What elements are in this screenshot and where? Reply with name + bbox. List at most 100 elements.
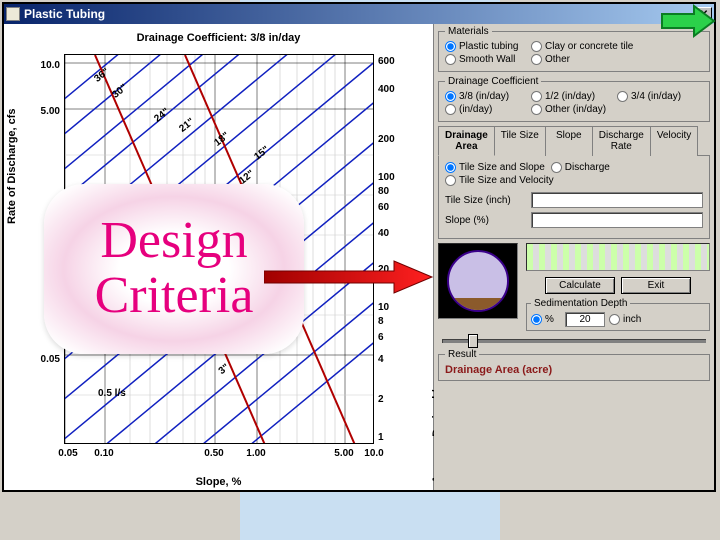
ytick-right: 8 [378,316,406,327]
result-label: Drainage Area (acre) [445,364,552,376]
ytick-right: 80 [378,186,406,197]
xtick: 0.10 [94,448,113,459]
app-window: Plastic Tubing ✕ Drainage Coefficient: 3… [2,2,716,492]
y-axis-left-label: Rate of Discharge, cfs [6,108,18,224]
pipe-profile-graphic [526,243,710,271]
radio-smooth-input[interactable] [445,54,456,65]
radio-coef-12[interactable]: 1/2 (in/day) [531,91,611,102]
radio-ts-slope-input[interactable] [445,162,456,173]
radio-label: Other (in/day) [545,104,606,115]
radio-plastic[interactable]: Plastic tubing [445,41,525,52]
tab-drainage-area[interactable]: Drainage Area [438,126,495,156]
exit-button[interactable]: Exit [621,277,691,294]
tile-size-label: Tile Size (inch) [445,195,525,206]
radio-other-mat[interactable]: Other [531,54,611,65]
slider-thumb[interactable] [468,334,478,348]
radio-other-mat-input[interactable] [531,54,542,65]
callout-arrow-icon [264,259,434,299]
radio-label: 3/4 (in/day) [631,91,681,102]
xtick: 5.00 [334,448,353,459]
ytick-right: 100 [378,172,406,183]
xtick: 1.00 [246,448,265,459]
ytick-left: 0.05 [34,354,60,365]
ytick-right: 2 [378,394,406,405]
ytick-right: 6 [378,332,406,343]
pipe-section-graphic [438,243,518,319]
tab-velocity[interactable]: Velocity [650,126,698,156]
ytick-right: 60 [378,202,406,213]
radio-label: Tile Size and Slope [459,162,545,173]
radio-plastic-input[interactable] [445,41,456,52]
radio-clay[interactable]: Clay or concrete tile [531,41,633,52]
ytick-right: 40 [378,228,406,239]
ytick-right: 600 [378,56,406,67]
radio-label: % [545,314,554,325]
radio-coef-inday-input[interactable] [445,104,456,115]
radio-coef-other-input[interactable] [531,104,542,115]
system-icon [6,7,20,21]
radio-coef-38[interactable]: 3/8 (in/day) [445,91,525,102]
titlebar: Plastic Tubing ✕ [4,4,714,24]
ytick-right: 1 [378,432,406,443]
radio-label: (in/day) [459,104,492,115]
radio-ts-velocity[interactable]: Tile Size and Velocity [445,175,585,186]
ytick-right: 10 [378,302,406,313]
radio-coef-12-input[interactable] [531,91,542,102]
tab-strip: Drainage Area Tile Size Slope Discharge … [438,126,710,156]
coefficient-legend: Drainage Coefficient [445,76,541,87]
tab-slope[interactable]: Slope [545,126,593,156]
xtick: 0.05 [58,448,77,459]
radio-smooth[interactable]: Smooth Wall [445,54,525,65]
radio-label: Tile Size and Velocity [459,175,554,186]
radio-label: inch [623,314,641,325]
window-title: Plastic Tubing [24,7,696,21]
radio-coef-34-input[interactable] [617,91,628,102]
radio-discharge[interactable]: Discharge [551,162,631,173]
radio-label: Smooth Wall [459,54,515,65]
radio-label: Plastic tubing [459,41,518,52]
sediment-value-input[interactable] [565,312,605,327]
radio-ts-slope[interactable]: Tile Size and Slope [445,162,545,173]
radio-label: Other [545,54,570,65]
radio-ts-velocity-input[interactable] [445,175,456,186]
radio-clay-input[interactable] [531,41,542,52]
radio-label: Discharge [565,162,610,173]
tab-panel-drainage-area: Tile Size and Slope Discharge Tile Size … [438,155,710,239]
sediment-slider[interactable] [442,339,706,343]
xtick: 10.0 [364,448,383,459]
sedimentation-group: Sedimentation Depth % inch [526,298,710,331]
ytick-right: 4 [378,354,406,365]
radio-coef-inday[interactable]: (in/day) [445,104,525,115]
radio-sed-inch[interactable]: inch [609,314,649,325]
ytick-left: 5.00 [34,106,60,117]
radio-coef-other[interactable]: Other (in/day) [531,104,611,115]
sedimentation-legend: Sedimentation Depth [531,298,630,309]
tile-size-input[interactable] [531,192,703,208]
radio-label: 1/2 (in/day) [545,91,595,102]
ytick-right: 200 [378,134,406,145]
x-axis-label: Slope, % [4,476,433,488]
radio-discharge-input[interactable] [551,162,562,173]
radio-sed-pct-input[interactable] [531,314,542,325]
calculate-button[interactable]: Calculate [545,277,615,294]
radio-coef-34[interactable]: 3/4 (in/day) [617,91,697,102]
design-criteria-text: Design Criteria [95,214,254,323]
xtick: 0.50 [204,448,223,459]
result-group: Result Drainage Area (acre) [438,349,710,381]
slope-input[interactable] [531,212,703,228]
tab-discharge-rate[interactable]: Discharge Rate [592,126,651,156]
radio-sed-pct[interactable]: % [531,314,561,325]
ytick-right: 400 [378,84,406,95]
result-legend: Result [445,349,479,360]
flow-annotation: 0.5 l/s [98,388,126,399]
radio-label: Clay or concrete tile [545,41,633,52]
next-arrow-icon[interactable] [660,4,716,38]
materials-legend: Materials [445,26,492,37]
coefficient-group: Drainage Coefficient 3/8 (in/day) 1/2 (i… [438,76,710,122]
tab-tile-size[interactable]: Tile Size [494,126,546,156]
radio-coef-38-input[interactable] [445,91,456,102]
form-panel: Materials Plastic tubing Clay or concret… [434,24,714,490]
slope-label: Slope (%) [445,215,525,226]
ytick-left: 10.0 [34,60,60,71]
radio-sed-inch-input[interactable] [609,314,620,325]
